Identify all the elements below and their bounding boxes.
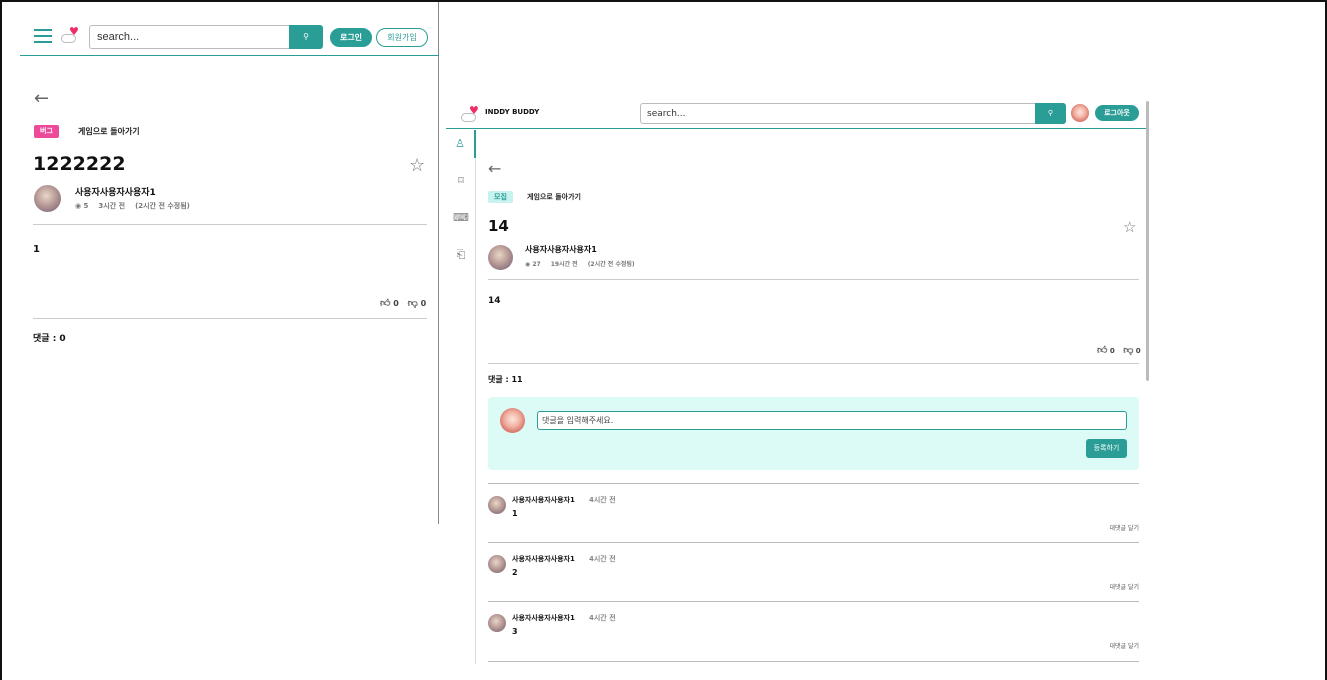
star-icon[interactable]: ☆ xyxy=(409,155,425,176)
category-tag: 모집 xyxy=(488,191,513,203)
comment-count: 댓글 : 11 xyxy=(488,375,523,384)
post-body: 1 xyxy=(33,244,40,255)
dislike-button[interactable]: 👎︎ 0 xyxy=(1123,344,1140,356)
views-count: ◉ 5 xyxy=(75,202,89,210)
comment-count: 댓글 : 0 xyxy=(33,334,66,344)
back-arrow-icon[interactable]: ← xyxy=(34,90,49,108)
chat-icon[interactable]: ⎗ xyxy=(446,241,476,269)
like-count: 0 xyxy=(1109,347,1115,355)
avatar xyxy=(488,555,506,573)
dislike-count: 0 xyxy=(1135,347,1141,355)
back-to-game-link[interactable]: 게임으로 돌아가기 xyxy=(527,192,581,202)
edited-note: (2시간 전 수정됨) xyxy=(135,202,190,210)
like-button[interactable]: 👍︎ 0 xyxy=(380,297,399,309)
comment-author: 사용자사용자사용자1 xyxy=(512,555,575,563)
desktop-view: ♥ INDDY BUDDY search... ⚲ 로그아웃 ♙ ⌑ ⌨ ⎗ ←… xyxy=(446,99,1150,664)
comment-author: 사용자사용자사용자1 xyxy=(512,496,575,504)
avatar xyxy=(488,245,513,270)
logo-icon[interactable]: ♥ xyxy=(461,105,483,125)
comment-input[interactable]: 댓글을 입력해주세요. xyxy=(537,411,1127,430)
divider xyxy=(488,279,1139,280)
post-meta: ◉ 5 3시간 전 (2시간 전 수정됨) xyxy=(75,201,200,211)
star-icon[interactable]: ☆ xyxy=(1123,218,1136,236)
person-icon[interactable]: ♙ xyxy=(446,130,476,158)
like-count: 0 xyxy=(393,299,399,308)
thumbs-down-icon: 👎︎ xyxy=(407,298,418,309)
user-avatar xyxy=(500,408,525,433)
hamburger-menu-icon[interactable] xyxy=(34,29,52,43)
back-arrow-icon[interactable]: ← xyxy=(488,160,501,178)
search-button[interactable]: ⚲ xyxy=(289,25,323,49)
search-input[interactable]: search... xyxy=(640,103,1036,124)
dislike-count: 0 xyxy=(420,299,427,308)
avatar xyxy=(488,614,506,632)
like-button[interactable]: 👍︎ 0 xyxy=(1097,344,1115,356)
edited-note: (2시간 전 수정됨) xyxy=(587,261,635,268)
comment-author: 사용자사용자사용자1 xyxy=(512,614,575,622)
comment-time: 4시간 전 xyxy=(589,496,616,504)
desktop-header: ♥ INDDY BUDDY search... ⚲ 로그아웃 xyxy=(446,99,1146,129)
post-title: 14 xyxy=(488,217,509,235)
magnifier-icon: ⚲ xyxy=(1047,109,1054,117)
mobile-view: ♥ search... ⚲ 로그인 회원가입 ← 버그 게임으로 돌아가기 12… xyxy=(2,2,439,524)
search-button[interactable]: ⚲ xyxy=(1035,103,1066,124)
comment-item: 사용자사용자사용자1 4시간 전 2 대댓글 달기 xyxy=(488,542,1139,602)
dislike-button[interactable]: 👎︎ 0 xyxy=(408,297,427,309)
magnifier-icon: ⚲ xyxy=(303,32,309,41)
divider xyxy=(33,224,427,225)
comment-composer: 댓글을 입력해주세요. 등록하기 xyxy=(488,397,1139,470)
comment-item: 사용자사용자사용자1 4시간 전 1 대댓글 달기 xyxy=(488,483,1139,543)
reply-link[interactable]: 대댓글 달기 xyxy=(1109,523,1139,532)
divider xyxy=(488,363,1139,364)
post-body: 14 xyxy=(488,296,501,306)
post-author: 사용자사용자사용자1 xyxy=(75,188,156,198)
thumbs-down-icon: 👎︎ xyxy=(1123,345,1134,356)
back-to-game-link[interactable]: 게임으로 돌아가기 xyxy=(78,126,140,137)
thumbs-up-icon: 👍︎ xyxy=(380,298,391,309)
divider xyxy=(33,318,427,319)
comment-text: 3 xyxy=(512,627,518,636)
post-time: 19시간 전 xyxy=(550,261,578,268)
comment-item: 사용자사용자사용자1 4시간 전 3 대댓글 달기 xyxy=(488,601,1139,661)
mobile-header: ♥ search... ⚲ 로그인 회원가입 xyxy=(20,20,439,56)
thumbs-up-icon: 👍︎ xyxy=(1097,345,1108,356)
side-nav: ♙ ⌑ ⌨ ⎗ xyxy=(446,130,476,664)
category-tag: 버그 xyxy=(34,125,59,138)
comment-text: 2 xyxy=(512,568,518,577)
login-button[interactable]: 로그인 xyxy=(330,28,372,47)
post-meta: ◉ 27 19시간 전 (2시간 전 수정됨) xyxy=(525,259,645,268)
comment-time: 4시간 전 xyxy=(589,614,616,622)
comment-time: 4시간 전 xyxy=(589,555,616,563)
vote-bar: 👍︎ 0 👎︎ 0 xyxy=(374,297,426,309)
vote-bar: 👍︎ 0 👎︎ 0 xyxy=(1091,344,1141,356)
divider xyxy=(488,661,1139,662)
views-count: ◉ 27 xyxy=(525,261,541,268)
scrollbar[interactable] xyxy=(1146,101,1149,381)
user-avatar[interactable] xyxy=(1071,104,1089,122)
gamepad-icon[interactable]: ⌨ xyxy=(446,204,476,232)
reply-link[interactable]: 대댓글 달기 xyxy=(1109,582,1139,591)
reply-link[interactable]: 대댓글 달기 xyxy=(1109,641,1139,650)
avatar xyxy=(34,185,61,212)
post-time: 3시간 전 xyxy=(98,202,126,210)
logo-icon[interactable]: ♥ xyxy=(61,26,83,46)
post-title: 1222222 xyxy=(33,153,126,175)
logout-button[interactable]: 로그아웃 xyxy=(1095,105,1139,121)
search-input[interactable]: search... xyxy=(89,25,290,49)
post-author: 사용자사용자사용자1 xyxy=(525,245,597,254)
signup-button[interactable]: 회원가입 xyxy=(376,28,428,47)
bookmark-icon[interactable]: ⌑ xyxy=(446,167,476,195)
comment-text: 1 xyxy=(512,509,518,518)
avatar xyxy=(488,496,506,514)
brand-name[interactable]: INDDY BUDDY xyxy=(485,108,539,116)
submit-comment-button[interactable]: 등록하기 xyxy=(1086,439,1127,458)
